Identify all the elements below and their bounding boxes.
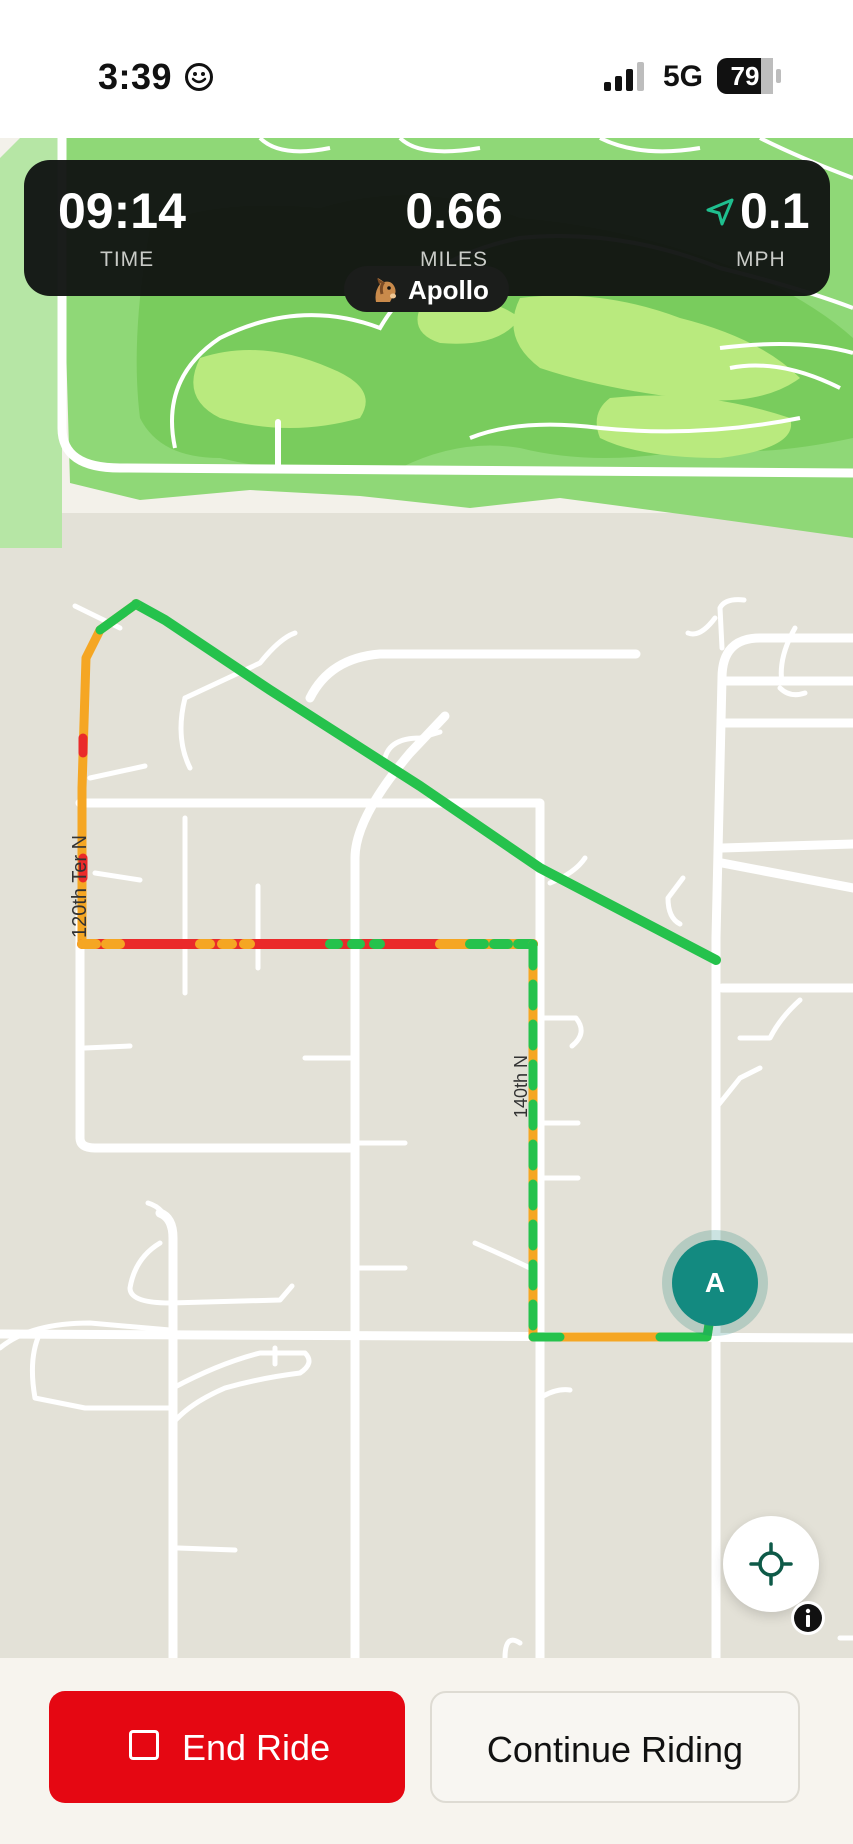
stop-square-icon	[129, 1730, 159, 1760]
horse-name: Apollo	[408, 275, 489, 305]
stat-speed: 0.1 MPH	[644, 160, 830, 296]
time-value: 09:14	[58, 183, 186, 239]
time-label: TIME	[100, 248, 155, 271]
end-ride-button[interactable]: End Ride	[49, 1691, 405, 1803]
info-icon[interactable]	[790, 1600, 826, 1636]
map-view[interactable]: 120th Ter N 140th N	[0, 138, 853, 1658]
miles-value: 0.66	[405, 183, 503, 239]
crosshair-icon	[749, 1542, 793, 1586]
ride-track	[77, 599, 721, 1342]
marker-label: A	[672, 1240, 758, 1326]
navigation-arrow-icon	[706, 198, 734, 226]
battery-level: 79	[730, 61, 760, 91]
current-location-marker[interactable]: A	[662, 1230, 768, 1336]
continue-riding-button[interactable]: Continue Riding	[430, 1691, 800, 1803]
network-type: 5G	[663, 60, 704, 93]
continue-riding-label: Continue Riding	[486, 1729, 744, 1770]
recenter-button[interactable]	[723, 1516, 819, 1612]
horse-badge[interactable]: Apollo	[344, 266, 509, 312]
map-canvas: 120th Ter N 140th N	[0, 138, 853, 1658]
speed-label: MPH	[736, 248, 786, 271]
status-time: 3:39	[98, 56, 173, 97]
smiley-face-icon	[185, 63, 213, 91]
street-label-right: 140th N	[511, 1055, 531, 1118]
status-bar: 3:39 5G 79	[0, 0, 853, 138]
horse-face-icon	[375, 278, 396, 302]
speed-value: 0.1	[740, 183, 810, 239]
stat-time: 09:14 TIME	[24, 160, 244, 296]
street-label-left: 120th Ter N	[69, 835, 91, 938]
cellular-signal-icon	[604, 62, 644, 91]
end-ride-label: End Ride	[182, 1727, 331, 1768]
